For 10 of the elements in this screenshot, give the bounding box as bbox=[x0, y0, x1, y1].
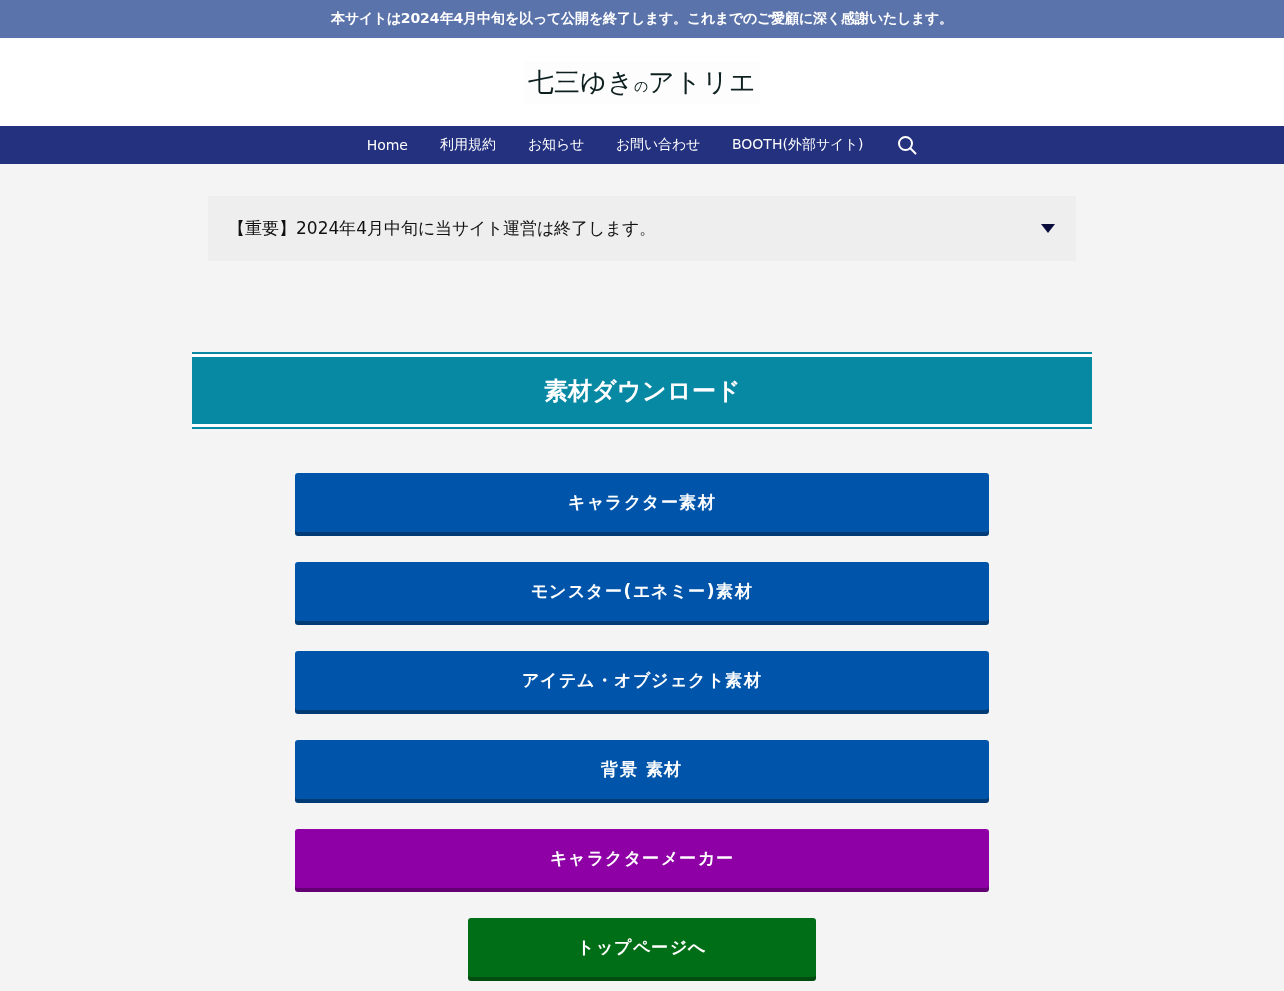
nav-link[interactable]: お知らせ bbox=[527, 136, 584, 154]
accordion-title: 【重要】2024年4月中旬に当サイト運営は終了します。 bbox=[228, 217, 657, 240]
nav-link[interactable]: Home bbox=[366, 137, 408, 153]
nav-link[interactable]: BOOTH(外部サイト) bbox=[731, 136, 864, 154]
notice-text: 本サイトは2024年4月中旬を以って公開を終了します。これまでのご愛顧に深く感謝いたします。 bbox=[330, 10, 954, 28]
nav-link[interactable]: お問い合わせ bbox=[615, 136, 700, 154]
section-heading: 素材ダウンロード bbox=[192, 352, 1092, 429]
search-icon[interactable] bbox=[897, 135, 918, 155]
accordion[interactable]: 【重要】2024年4月中旬に当サイト運営は終了します。 bbox=[208, 196, 1076, 261]
nav-link[interactable]: 利用規約 bbox=[439, 136, 496, 154]
